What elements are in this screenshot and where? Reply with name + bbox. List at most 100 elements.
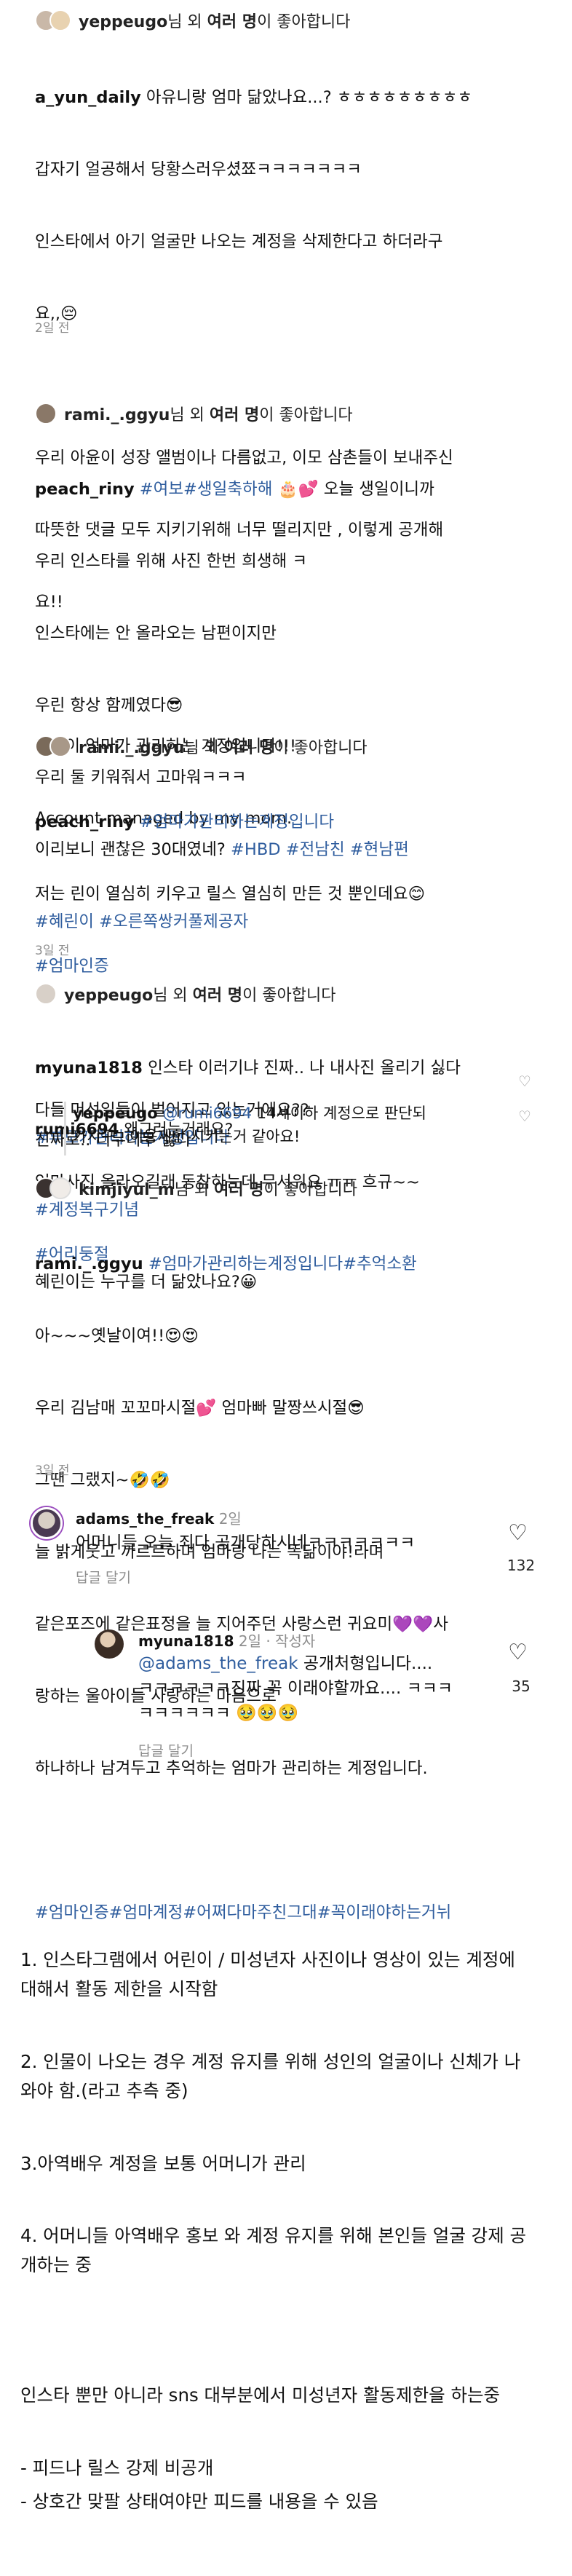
liked-mid: 님 외: [184, 739, 224, 757]
post-timestamp: 3일 전: [35, 1463, 70, 1478]
mention[interactable]: @adams_the_freak: [138, 1654, 298, 1673]
comment-username[interactable]: myuna1818: [138, 1632, 234, 1650]
caption-line: 요,,😔: [35, 304, 78, 323]
comment-line: ㅋㅋㅋㅋㅋㅋ 🥹🥹🥹: [138, 1704, 299, 1723]
liked-by-text: yeppeugo님 외 여러 명이 좋아합니다: [64, 982, 336, 1005]
note-6: - 피드나 릴스 강제 비공개: [20, 2457, 214, 2478]
note-2: 2. 인물이 나오는 경우 계정 유지를 위해 성인의 얼굴이나 신체가 나 와…: [20, 2047, 559, 2106]
post-timestamp: 3일 전: [35, 944, 70, 958]
heart-icon[interactable]: ♡: [508, 1520, 528, 1546]
caption-line: 인스타에서 아기 얼굴만 나오는 계정을 삭제한다고 하더라구: [35, 232, 443, 251]
liked-username[interactable]: kimjiyul_m: [79, 1181, 175, 1199]
caption-line: 인스타에는 안 올라오는 남편이지만: [35, 624, 277, 643]
caption-text: 🎂💕 오늘 생일이니까: [272, 480, 434, 499]
caption-line: peach_riny #엄마가관리하는계정입니다: [35, 810, 559, 834]
liked-others[interactable]: 여러 명: [214, 1181, 263, 1199]
caption-line: 우린 항상 함께였다😎: [35, 696, 183, 715]
caption-line: 갑자기 얼공해서 당황스러우셨쬬ㅋㅋㅋㅋㅋㅋㅋ: [35, 160, 362, 179]
commenter-avatar[interactable]: [95, 1629, 124, 1659]
avatar: [35, 403, 57, 424]
caption-line: 아~~~옛날이여!!😍😍: [35, 1327, 199, 1346]
heart-icon[interactable]: ♡: [508, 1640, 528, 1665]
note-line: 1. 인스타그램에서 어린이 / 미성년자 사진이나 영상이 있는 계정에: [20, 1949, 515, 1970]
note-line: 와야 함.(라고 추측 중): [20, 2080, 188, 2101]
reply-text: 14세이하 계정으로 판단되: [252, 1105, 426, 1122]
liked-avatars: [35, 1177, 71, 1199]
liked-end: 이 좋아합니다: [274, 739, 368, 757]
hashtag[interactable]: #엄마가관리하는계정입니다: [135, 813, 334, 831]
caption-line: [35, 374, 559, 398]
reply-link[interactable]: 답글 달기: [138, 1740, 194, 1760]
liked-mid: 님 외: [174, 1181, 215, 1199]
reply-row: yeppeugo @rumi6694 14세이하 계정으로 판단되 가지구.. …: [73, 1102, 509, 1148]
caption-text: 아유니랑 엄마 닮았나요...? ㅎㅎㅎㅎㅎㅎㅎㅎㅎ: [140, 88, 473, 107]
liked-by-row[interactable]: kimjiyul_m님 외 여러 명이 좋아합니다: [35, 1174, 357, 1203]
caption-line: 우리 김남매 꼬꼬마시절💕 엄마빠 말짱쓰시절😎: [35, 1399, 365, 1418]
comment-header: adams_the_freak 2일: [76, 1507, 242, 1528]
hashtag[interactable]: #여보#생일축하해: [135, 480, 273, 499]
avatar: [49, 735, 71, 757]
caption-username[interactable]: peach_riny: [35, 813, 135, 831]
note-line: 2. 인물이 나오는 경우 계정 유지를 위해 성인의 얼굴이나 신체가 나: [20, 2051, 521, 2072]
caption-line: a_yun_daily 아유니랑 엄마 닮았나요...? ㅎㅎㅎㅎㅎㅎㅎㅎㅎ: [35, 86, 559, 110]
liked-avatars: [35, 983, 57, 1005]
liked-others[interactable]: 여러 명: [224, 739, 274, 757]
liked-end: 이 좋아합니다: [242, 987, 336, 1005]
liked-by-row[interactable]: rami._.ggyu님 외 여러 명이 좋아합니다: [35, 399, 353, 428]
note-7: - 상호간 맞팔 상태여야만 피드를 내용을 수 있음: [20, 2491, 378, 2512]
post-timestamp: 2일 전: [35, 321, 70, 336]
avatar: [35, 983, 57, 1005]
caption-line: 우리 인스타를 위해 사진 한번 희생해 ㅋ: [35, 552, 308, 571]
liked-by-row[interactable]: yeppeugo님 외 여러 명이 좋아합니다: [35, 979, 336, 1008]
note-3: 3.아역배우 계정을 보통 어머니가 관리: [20, 2153, 306, 2174]
comment-1: adams_the_freak 2일 어머니들 오늘 죄다 공개당하시네ㅋㅋㅋㅋ…: [0, 1507, 572, 1609]
heart-icon[interactable]: ♡: [518, 1107, 531, 1125]
liked-username[interactable]: yeppeugo: [79, 13, 167, 31]
liked-mid: 님 외: [170, 406, 210, 424]
comment-text-part: 공개처형입니다....: [298, 1654, 433, 1673]
note-line: 개하는 중: [20, 2254, 92, 2275]
caption-line: 저는 린이 열심히 키우고 릴스 열심히 만든 것 뿐인데요😊: [35, 885, 426, 904]
note-1: 1. 인스타그램에서 어린이 / 미성년자 사진이나 영상이 있는 계정에 대해…: [20, 1945, 559, 2004]
liked-by-row[interactable]: rami._.ggyu님 외 여러 명이 좋아합니다: [35, 732, 368, 761]
reply-username[interactable]: yeppeugo: [73, 1105, 158, 1122]
caption-username[interactable]: a_yun_daily: [35, 88, 141, 107]
liked-username[interactable]: rami._.ggyu: [64, 406, 170, 424]
caption-username[interactable]: peach_riny: [35, 480, 135, 499]
comment-text: 어머니들 오늘 죄다 공개당하시네ㅋㅋㅋㅋㅋㅋㅋ: [76, 1533, 416, 1552]
comment-username[interactable]: adams_the_freak: [76, 1510, 214, 1528]
liked-avatars: [35, 735, 71, 757]
heart-icon[interactable]: ♡: [518, 1072, 531, 1090]
comment-2: myuna1818 2일 · 작성자 @adams_the_freak 공개처형…: [0, 1629, 572, 1782]
liked-by-text: kimjiyul_m님 외 여러 명이 좋아합니다: [79, 1177, 357, 1200]
hashtag-line[interactable]: #엄마인증#엄마계정#어쩌다마주친그대#꼭이래야하는거뉘: [35, 1901, 559, 1925]
reply-link[interactable]: 답글 달기: [76, 1567, 131, 1587]
liked-by-text: rami._.ggyu님 외 여러 명이 좋아합니다: [79, 735, 368, 758]
note-line: 대해서 활동 제한을 시작함: [20, 1978, 218, 1999]
liked-by-row[interactable]: yeppeugo님 외 여러 명이 좋아합니다: [35, 6, 351, 35]
like-count: 132: [507, 1557, 536, 1574]
hashtag-line[interactable]: #엄마인증: [35, 955, 559, 979]
caption-username[interactable]: rami._.ggyu: [35, 1255, 143, 1273]
reply-line: 가지구.. 이용제한 시키는거 같아요!: [73, 1128, 301, 1145]
comment-time: 2일 · 작성자: [234, 1632, 316, 1650]
liked-others[interactable]: 여러 명: [210, 406, 259, 424]
commenter-avatar[interactable]: [31, 1507, 63, 1539]
liked-others[interactable]: 여러 명: [207, 13, 257, 31]
comment-line: @adams_the_freak 공개처형입니다....: [138, 1651, 480, 1676]
comment-header: myuna1818 2일 · 작성자: [138, 1629, 315, 1651]
liked-username[interactable]: rami._.ggyu: [79, 739, 184, 757]
liked-by-text: yeppeugo님 외 여러 명이 좋아합니다: [79, 9, 351, 32]
note-line: 4. 어머니들 아역배우 홍보 와 계정 유지를 위해 본인들 얼굴 강제 공: [20, 2225, 527, 2246]
mention[interactable]: @rumi6694: [158, 1105, 252, 1122]
liked-username[interactable]: yeppeugo: [64, 987, 153, 1005]
avatar: [49, 9, 71, 31]
avatar: [49, 1177, 71, 1199]
caption-line: rami._.ggyu #엄마가관리하는계정입니다#추억소환: [35, 1252, 559, 1276]
comment-line: ㅋㅋㅋㅋㅋㅋ진짜 꼭 이래야할까요.... ㅋㅋㅋ: [138, 1679, 453, 1698]
hashtag[interactable]: #엄마가관리하는계정입니다#추억소환: [143, 1255, 417, 1273]
reply-line: yeppeugo @rumi6694 14세이하 계정으로 판단되: [73, 1102, 509, 1125]
liked-mid: 님 외: [167, 13, 207, 31]
liked-mid: 님 외: [153, 987, 193, 1005]
liked-others[interactable]: 여러 명: [193, 987, 242, 1005]
